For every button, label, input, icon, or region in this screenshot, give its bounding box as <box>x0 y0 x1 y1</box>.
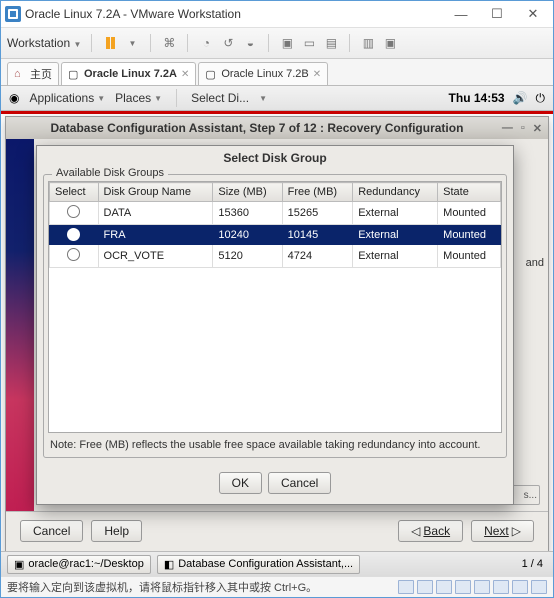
radio-select[interactable] <box>67 228 80 241</box>
cancel-button[interactable]: Cancel <box>268 472 331 494</box>
cell-state: Mounted <box>438 245 501 268</box>
next-button[interactable]: Next ▷ <box>471 520 534 542</box>
table-row[interactable]: DATA1536015265ExternalMounted <box>50 202 501 225</box>
active-app-title[interactable]: Select Di... <box>191 91 249 105</box>
vm-icon: ▢ <box>68 68 80 80</box>
cell-name: OCR_VOTE <box>98 245 213 268</box>
close-icon[interactable]: ✕ <box>313 69 321 80</box>
cell-state: Mounted <box>438 202 501 225</box>
tab-vm-b[interactable]: ▢ Oracle Linux 7.2B ✕ <box>198 62 328 85</box>
col-free[interactable]: Free (MB) <box>282 183 353 202</box>
volume-icon[interactable]: 🔊 <box>513 91 528 105</box>
table-row[interactable]: OCR_VOTE51204724ExternalMounted <box>50 245 501 268</box>
manage-snapshots-icon[interactable]: ◒ <box>242 35 258 51</box>
vm-tabs: ⌂ 主页 ▢ Oracle Linux 7.2A ✕ ▢ Oracle Linu… <box>1 59 553 86</box>
workstation-menu[interactable]: Workstation ▼ <box>7 36 81 50</box>
tab-home[interactable]: ⌂ 主页 <box>7 62 59 85</box>
window-title: Oracle Linux 7.2A - VMware Workstation <box>25 7 445 21</box>
cell-redundancy: External <box>353 225 438 245</box>
vmware-logo-icon <box>5 6 21 22</box>
home-icon: ⌂ <box>14 68 26 80</box>
guest-desktop: ◉ Applications ▼ Places ▼ Select Di...▼ … <box>1 86 553 576</box>
cell-free: 10145 <box>282 225 353 245</box>
col-redundancy[interactable]: Redundancy <box>353 183 438 202</box>
thumbnail-icon[interactable]: ▤ <box>323 35 339 51</box>
clock[interactable]: Thu 14:53 <box>449 91 505 105</box>
gnome-top-bar: ◉ Applications ▼ Places ▼ Select Di...▼ … <box>1 86 553 111</box>
back-button[interactable]: ◁ Back <box>398 520 463 542</box>
close-icon[interactable]: ✕ <box>181 69 189 80</box>
table-row[interactable]: FRA1024010145ExternalMounted <box>50 225 501 245</box>
vm-icon: ▢ <box>205 68 217 80</box>
taskbar-dbca[interactable]: ◧Database Configuration Assistant,... <box>157 555 360 574</box>
cell-size: 15360 <box>213 202 282 225</box>
col-select[interactable]: Select <box>50 183 99 202</box>
unity-icon[interactable]: ▭ <box>301 35 317 51</box>
cell-redundancy: External <box>353 245 438 268</box>
maximize-button[interactable]: ☐ <box>485 5 509 23</box>
device-status-icons[interactable] <box>398 580 547 594</box>
send-keys-icon[interactable]: ⌘ <box>161 35 177 51</box>
ok-button[interactable]: OK <box>219 472 262 494</box>
snapshot-icon[interactable]: ◔ <box>198 35 214 51</box>
col-size[interactable]: Size (MB) <box>213 183 282 202</box>
select-disk-group-dialog: Select Disk Group Available Disk Groups … <box>36 145 514 505</box>
radio-select[interactable] <box>67 205 80 218</box>
console-icon[interactable]: ▣ <box>382 35 398 51</box>
cell-size: 10240 <box>213 225 282 245</box>
available-disk-groups-fieldset: Available Disk Groups Select Disk Group … <box>43 174 507 458</box>
maximize-button[interactable]: ▫ <box>521 122 525 135</box>
revert-icon[interactable]: ↺ <box>220 35 236 51</box>
cell-redundancy: External <box>353 202 438 225</box>
dbca-title-bar: Database Configuration Assistant, Step 7… <box>6 117 548 139</box>
cell-free: 15265 <box>282 202 353 225</box>
cell-free: 4724 <box>282 245 353 268</box>
radio-select[interactable] <box>67 248 80 261</box>
cell-name: DATA <box>98 202 213 225</box>
cell-state: Mounted <box>438 225 501 245</box>
places-menu[interactable]: Places ▼ <box>115 91 162 105</box>
gnome-taskbar: ▣oracle@rac1:~/Desktop ◧Database Configu… <box>1 551 553 576</box>
help-button[interactable]: Help <box>91 520 142 542</box>
terminal-icon: ▣ <box>14 558 24 571</box>
status-text: 要将输入定向到该虚拟机，请将鼠标指针移入其中或按 Ctrl+G。 <box>7 579 317 595</box>
library-icon[interactable]: ▥ <box>360 35 376 51</box>
distro-icon: ◉ <box>9 91 19 105</box>
accent-stripe <box>1 111 553 114</box>
applications-menu[interactable]: Applications ▼ <box>29 91 105 105</box>
dbca-window: Database Configuration Assistant, Step 7… <box>5 116 549 554</box>
vmware-toolbar: Workstation ▼ ▼ ⌘ ◔ ↺ ◒ ▣ ▭ ▤ ▥ ▣ <box>1 28 553 59</box>
vmware-title-bar: Oracle Linux 7.2A - VMware Workstation —… <box>1 1 553 28</box>
col-state[interactable]: State <box>438 183 501 202</box>
vmware-status-bar: 要将输入定向到该虚拟机，请将鼠标指针移入其中或按 Ctrl+G。 <box>1 576 553 597</box>
tab-vm-a[interactable]: ▢ Oracle Linux 7.2A ✕ <box>61 62 196 85</box>
minimize-button[interactable]: — <box>502 122 513 135</box>
cell-size: 5120 <box>213 245 282 268</box>
footnote: Note: Free (MB) reflects the usable free… <box>50 439 500 451</box>
workspace-indicator[interactable]: 1 / 4 <box>522 558 547 570</box>
disk-group-table[interactable]: Select Disk Group Name Size (MB) Free (M… <box>48 181 502 433</box>
cancel-button[interactable]: Cancel <box>20 520 83 542</box>
app-icon: ◧ <box>164 558 174 571</box>
col-name[interactable]: Disk Group Name <box>98 183 213 202</box>
pause-icon[interactable] <box>102 35 118 51</box>
fullscreen-icon[interactable]: ▣ <box>279 35 295 51</box>
close-button[interactable]: ✕ <box>533 122 542 135</box>
minimize-button[interactable]: — <box>449 5 473 23</box>
close-button[interactable]: ✕ <box>521 5 545 23</box>
dbca-footer: Cancel Help ◁ Back Next ▷ <box>6 511 548 550</box>
power-icon[interactable]: ⏻ <box>536 91 546 106</box>
cell-name: FRA <box>98 225 213 245</box>
taskbar-terminal[interactable]: ▣oracle@rac1:~/Desktop <box>7 555 151 574</box>
wizard-sidebar-graphic <box>6 139 34 511</box>
power-dropdown-icon[interactable]: ▼ <box>124 35 140 51</box>
